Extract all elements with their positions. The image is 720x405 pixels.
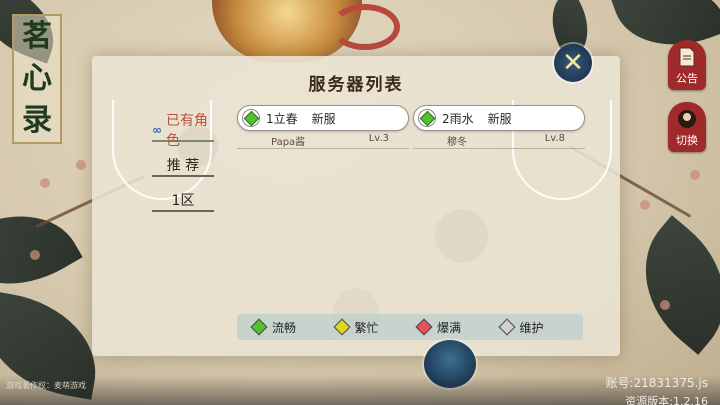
- mascot-ribbon: [330, 4, 400, 50]
- infinity-icon: ∞: [152, 123, 162, 137]
- legend-label: 流畅: [272, 320, 297, 335]
- legend-label: 爆满: [437, 320, 462, 335]
- server-name: 1立春: [266, 111, 298, 126]
- switch-label: 切换: [676, 134, 698, 147]
- blossom-decoration: [660, 300, 670, 310]
- character-name: 穆冬: [447, 137, 467, 148]
- tab-label: 推 荐: [166, 158, 200, 174]
- server-button[interactable]: 1立春 新服: [237, 105, 409, 131]
- blossom-decoration: [76, 160, 86, 170]
- character-name: Papa酱: [271, 137, 306, 148]
- notice-label: 公告: [676, 72, 698, 85]
- close-button[interactable]: ✕: [554, 44, 592, 82]
- tab-zone-1[interactable]: 1区: [152, 190, 214, 212]
- status-diamond-icon: [498, 318, 515, 336]
- status-indicator: [418, 109, 436, 127]
- close-icon: ✕: [562, 48, 584, 78]
- status-indicator: [242, 109, 260, 127]
- status-diamond-icon: [415, 318, 433, 336]
- legend-label: 维护: [519, 320, 544, 335]
- server-card[interactable]: 1立春 新服 Papa酱 Lv.3: [237, 105, 409, 149]
- account-info: 账号:21831375.js 资源版本:1.2.16: [605, 376, 708, 405]
- panel-title: 服务器列表: [308, 75, 404, 95]
- logo-char: 录: [22, 103, 52, 138]
- character-level: Lv.8: [544, 133, 565, 144]
- blossom-decoration: [690, 170, 700, 180]
- blossom-decoration: [40, 178, 50, 188]
- legend-item-smooth: 流畅: [250, 318, 336, 336]
- status-legend: 流畅 繁忙 爆满 维护: [237, 314, 583, 340]
- server-character-info: 穆冬 Lv.8: [413, 131, 585, 149]
- logo-char: 茗: [22, 19, 52, 54]
- status-diamond-icon: [333, 318, 350, 336]
- legend-item-full: 爆满: [415, 318, 501, 336]
- document-icon: [679, 47, 695, 67]
- tab-recommended[interactable]: 推 荐: [152, 155, 214, 177]
- resource-version: 资源版本:1.2.16: [625, 395, 708, 405]
- switch-account-button[interactable]: 切换: [668, 102, 706, 152]
- status-diamond-icon: [250, 318, 268, 336]
- legend-item-busy: 繁忙: [333, 318, 419, 336]
- game-logo: 茗 心 录: [12, 14, 62, 144]
- server-card[interactable]: 2雨水 新服 穆冬 Lv.8: [413, 105, 585, 149]
- server-tag: 新服: [487, 111, 512, 126]
- server-name: 2雨水: [442, 111, 474, 126]
- tab-existing-characters[interactable]: ∞ 已有角色: [152, 113, 214, 149]
- server-button[interactable]: 2雨水 新服: [413, 105, 585, 131]
- tab-label: 已有角色: [166, 113, 208, 149]
- server-character-info: Papa酱 Lv.3: [237, 131, 409, 149]
- legend-item-maintenance: 维护: [498, 318, 584, 336]
- notice-button[interactable]: 公告: [668, 40, 706, 90]
- copyright-text: 游戏著作权：麦萌游戏: [6, 381, 86, 390]
- legend-label: 繁忙: [354, 320, 379, 335]
- blossom-decoration: [30, 250, 40, 260]
- status-diamond-icon: [243, 110, 259, 126]
- tab-label: 1区: [171, 193, 195, 209]
- status-diamond-icon: [419, 110, 435, 126]
- blossom-decoration: [640, 200, 650, 210]
- account-id: 账号:21831375.js: [605, 376, 708, 390]
- logo-char: 心: [22, 61, 52, 96]
- avatar-icon: [678, 110, 696, 128]
- character-level: Lv.3: [368, 133, 389, 144]
- server-tag: 新服: [311, 111, 336, 126]
